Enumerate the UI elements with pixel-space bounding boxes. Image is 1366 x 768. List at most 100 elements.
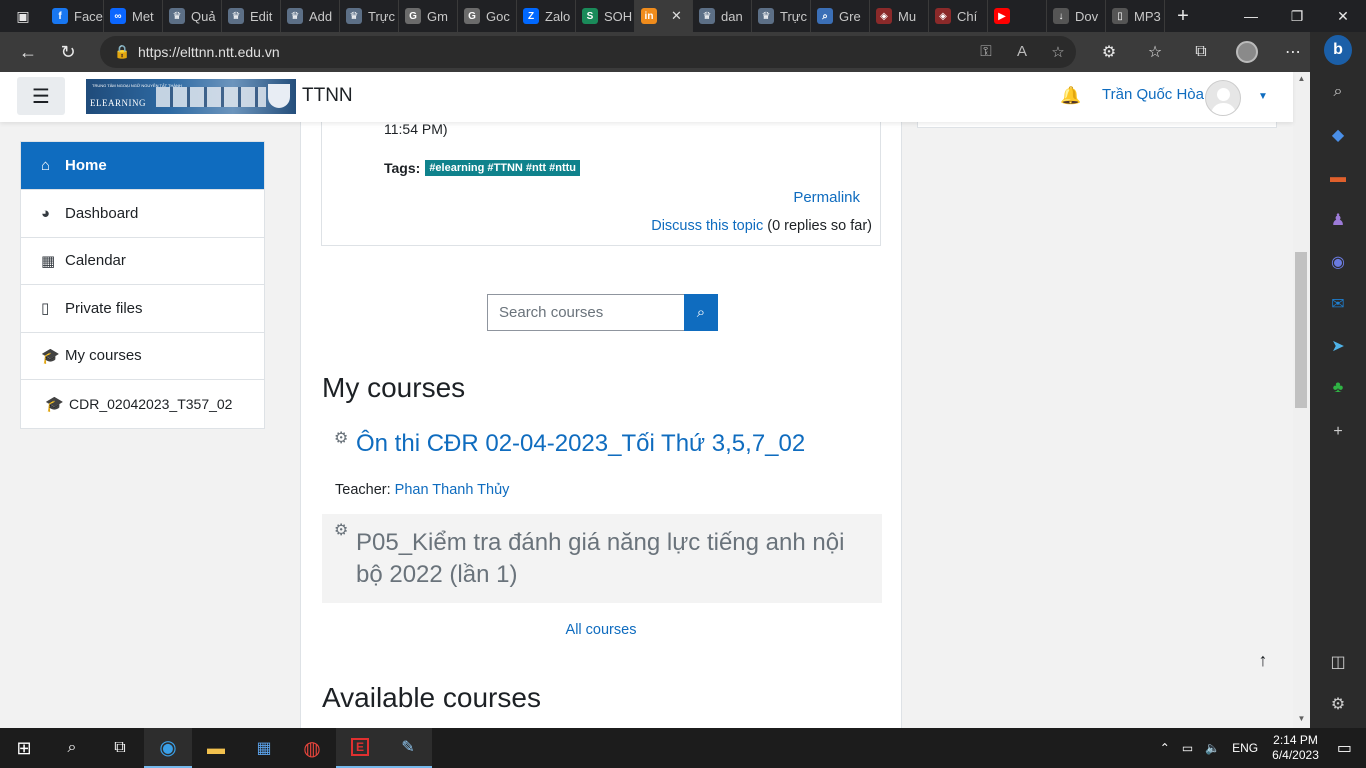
- browser-tab[interactable]: ♛ Trực: [752, 0, 811, 32]
- task-view-button[interactable]: ⧉: [96, 728, 144, 768]
- browser-tab[interactable]: f Face: [46, 0, 104, 32]
- chevron-up-icon[interactable]: ⌃: [1154, 741, 1176, 755]
- browser-tab[interactable]: in ✕: [635, 0, 693, 32]
- browser-tab[interactable]: ♛ Trực: [340, 0, 399, 32]
- browser-tab[interactable]: ◈ Mu: [870, 0, 929, 32]
- minimize-button[interactable]: —: [1228, 0, 1274, 32]
- clock[interactable]: 2:14 PM 6/4/2023: [1264, 733, 1327, 763]
- store-button[interactable]: ▦: [240, 728, 288, 768]
- site-logo[interactable]: TRUNG TÂM NGOẠI NGỮ NGUYỄN TẤT THÀNH ELE…: [86, 79, 296, 114]
- tab-actions-icon[interactable]: ▣: [0, 0, 46, 32]
- language-indicator[interactable]: ENG: [1226, 741, 1264, 755]
- nav-item-course[interactable]: 🎓 CDR_02042023_T357_02: [21, 380, 264, 428]
- add-favorite-icon[interactable]: ☆: [1040, 43, 1076, 61]
- discuss-topic-link[interactable]: Discuss this topic: [651, 218, 763, 234]
- nav-item-private-files[interactable]: ▯ Private files: [21, 285, 264, 333]
- tools-icon[interactable]: ▬: [1324, 164, 1352, 192]
- drop-icon[interactable]: ➤: [1324, 332, 1352, 360]
- close-window-button[interactable]: ✕: [1320, 0, 1366, 32]
- add-icon[interactable]: +: [1324, 418, 1352, 446]
- bing-button[interactable]: b: [1324, 35, 1352, 65]
- tree-icon[interactable]: ♣: [1324, 374, 1352, 402]
- back-button[interactable]: ←: [8, 32, 48, 72]
- user-avatar[interactable]: [1205, 80, 1241, 116]
- tags-label: Tags:: [384, 160, 421, 176]
- games-icon[interactable]: ♟: [1324, 206, 1352, 234]
- close-tab-icon[interactable]: ✕: [671, 8, 682, 24]
- app-taskbar-button[interactable]: E: [336, 728, 384, 768]
- tab-favicon-icon: ◈: [935, 8, 951, 24]
- tab-label: Face: [74, 8, 103, 24]
- nav-item-my-courses[interactable]: 🎓 My courses: [21, 333, 264, 380]
- lock-icon[interactable]: 🔒: [114, 44, 138, 60]
- browser-tab[interactable]: ◈ Chí: [929, 0, 988, 32]
- tab-favicon-icon: ▶: [994, 8, 1010, 24]
- teacher-link[interactable]: Phan Thanh Thủy: [395, 482, 510, 498]
- chrome-button[interactable]: ◍: [288, 728, 336, 768]
- nav-item-calendar[interactable]: ▦ Calendar: [21, 238, 264, 285]
- file-explorer-button[interactable]: ▬: [192, 728, 240, 768]
- browser-tab[interactable]: ♛ Add: [281, 0, 340, 32]
- start-button[interactable]: ⊞: [0, 728, 48, 768]
- extensions-icon[interactable]: ⚙: [1086, 32, 1132, 72]
- all-courses-link[interactable]: All courses: [301, 622, 901, 638]
- browser-tab[interactable]: S SOH: [576, 0, 635, 32]
- menu-toggle-button[interactable]: ☰: [17, 77, 65, 115]
- collections-icon[interactable]: ⧉: [1178, 32, 1224, 72]
- restore-button[interactable]: ❐: [1274, 0, 1320, 32]
- browser-tab[interactable]: ⌕ Gre: [811, 0, 870, 32]
- settings-gear-icon[interactable]: ⚙: [1324, 690, 1352, 718]
- site-name[interactable]: TTNN: [302, 85, 353, 107]
- tab-label: Goc: [486, 8, 510, 24]
- course-title-link[interactable]: P05_Kiểm tra đánh giá năng lực tiếng anh…: [356, 527, 866, 591]
- paint-taskbar-button[interactable]: ✎: [384, 728, 432, 768]
- browser-tab[interactable]: ♛ dan: [693, 0, 752, 32]
- replies-count: (0 replies so far): [767, 218, 872, 234]
- browser-tab[interactable]: Z Zalo: [517, 0, 576, 32]
- browser-tab[interactable]: ♛ Edit: [222, 0, 281, 32]
- browser-tab[interactable]: ∞ Met: [104, 0, 163, 32]
- scroll-down-arrow-icon[interactable]: ▼: [1293, 714, 1310, 723]
- network-icon[interactable]: ▭: [1176, 741, 1199, 755]
- address-bar[interactable]: 🔒 https://elttnn.ntt.edu.vn ⚿ A ☆: [100, 36, 1076, 68]
- tab-favicon-icon: ◈: [876, 8, 892, 24]
- browser-tab[interactable]: G Gm: [399, 0, 458, 32]
- edge-taskbar-button[interactable]: ◉: [144, 728, 192, 768]
- logo-text: ELEARNING: [90, 98, 146, 108]
- read-aloud-icon[interactable]: A: [1004, 43, 1040, 61]
- key-icon[interactable]: ⚿: [968, 43, 1004, 61]
- browser-tab[interactable]: ↓ Dov: [1047, 0, 1106, 32]
- user-menu-chevron-down-icon[interactable]: ▼: [1258, 91, 1268, 102]
- volume-icon[interactable]: 🔈: [1199, 741, 1226, 755]
- nav-item-dashboard[interactable]: ◕ Dashboard: [21, 190, 264, 238]
- scrollbar-thumb[interactable]: [1295, 252, 1307, 408]
- tab-favicon-icon: S: [582, 8, 598, 24]
- user-name[interactable]: Trần Quốc Hòa: [1102, 86, 1204, 103]
- office-icon[interactable]: ◉: [1324, 248, 1352, 276]
- tag-badge[interactable]: #elearning #TTNN #ntt #nttu: [425, 160, 580, 176]
- hamburger-icon: ☰: [32, 85, 50, 108]
- search-courses-input[interactable]: Search courses: [487, 294, 684, 331]
- search-button[interactable]: ⌕: [48, 728, 96, 768]
- search-button[interactable]: ⌕: [684, 294, 718, 331]
- nav-item-home[interactable]: ⌂ Home: [21, 142, 264, 190]
- search-icon[interactable]: ⌕: [1324, 78, 1352, 106]
- browser-tab[interactable]: ♛ Quả: [163, 0, 222, 32]
- scroll-up-arrow-icon[interactable]: ▲: [1293, 74, 1310, 83]
- shopping-icon[interactable]: ◆: [1324, 121, 1352, 149]
- new-tab-button[interactable]: +: [1165, 5, 1201, 28]
- notifications-icon[interactable]: ▭: [1327, 738, 1366, 758]
- back-to-top-button[interactable]: ↑: [1240, 638, 1286, 682]
- course-title-link[interactable]: Ôn thi CĐR 02-04-2023_Tối Thứ 3,5,7_02: [356, 428, 805, 460]
- favorites-icon[interactable]: ☆: [1132, 32, 1178, 72]
- notification-bell-icon[interactable]: 🔔: [1060, 86, 1081, 106]
- browser-tab[interactable]: G Goc: [458, 0, 517, 32]
- browser-tab[interactable]: ▶: [988, 0, 1047, 32]
- browser-tab[interactable]: ▯ MP3: [1106, 0, 1165, 32]
- page-scrollbar[interactable]: ▲ ▼: [1293, 72, 1310, 728]
- sidebar-toggle-icon[interactable]: ◫: [1324, 648, 1352, 676]
- refresh-button[interactable]: ↻: [48, 32, 88, 72]
- outlook-icon[interactable]: ✉: [1324, 290, 1352, 318]
- profile-button[interactable]: [1224, 32, 1270, 72]
- permalink-link[interactable]: Permalink: [793, 189, 860, 206]
